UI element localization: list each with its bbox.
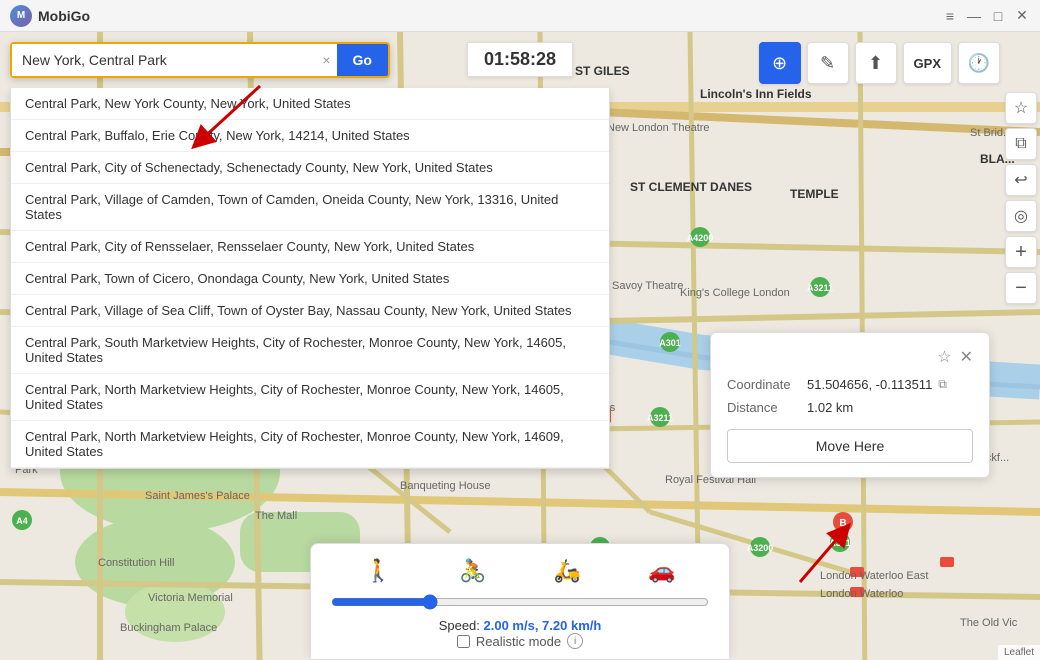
coordinate-label: Coordinate: [727, 377, 807, 392]
crosshair-button[interactable]: ⊕: [759, 42, 801, 84]
gpx-button[interactable]: GPX: [903, 42, 952, 84]
maximize-button[interactable]: □: [990, 8, 1006, 24]
app-logo: M MobiGo: [10, 5, 90, 27]
sidebar-undo-button[interactable]: ↩: [1005, 164, 1037, 196]
realistic-mode-row: Realistic mode i: [331, 633, 709, 649]
go-button[interactable]: Go: [337, 44, 388, 76]
minimize-button[interactable]: —: [966, 8, 982, 24]
sidebar-copy-button[interactable]: ⧉: [1005, 128, 1037, 160]
dropdown-item-7[interactable]: Central Park, South Marketview Heights, …: [11, 327, 609, 374]
close-button[interactable]: ✕: [1014, 8, 1030, 24]
speed-slider-row: [331, 594, 709, 610]
copy-coordinate-button[interactable]: ⧉: [938, 377, 947, 392]
svg-text:A3200: A3200: [747, 543, 774, 553]
main-area: A4200 A3211 A301 A3212 A3211 A4 A4 A3200…: [0, 32, 1040, 660]
coordinate-value: 51.504656, -0.113511: [807, 377, 932, 392]
dropdown-item-1[interactable]: Central Park, Buffalo, Erie County, New …: [11, 120, 609, 152]
window-controls: ≡ — □ ✕: [942, 8, 1030, 24]
car-mode-button[interactable]: 🚗: [648, 558, 675, 584]
svg-text:A3211: A3211: [807, 283, 833, 293]
dropdown-item-6[interactable]: Central Park, Village of Sea Cliff, Town…: [11, 295, 609, 327]
bottom-panel: 🚶 🚴 🛵 🚗 Speed: 2.00 m/s, 7.20 km/h Reali…: [310, 543, 730, 660]
logo-icon: M: [10, 5, 32, 27]
share-button[interactable]: ⬆: [855, 42, 897, 84]
pencil-button[interactable]: ✎: [807, 42, 849, 84]
popup-header: ☆ ✕: [727, 347, 973, 367]
distance-row: Distance 1.02 km: [727, 400, 973, 415]
dropdown-item-5[interactable]: Central Park, Town of Cicero, Onondaga C…: [11, 263, 609, 295]
search-input[interactable]: [12, 44, 316, 76]
search-bar: × Go: [10, 42, 390, 78]
svg-text:A301: A301: [659, 338, 681, 348]
svg-text:A4: A4: [16, 516, 28, 526]
dropdown-item-2[interactable]: Central Park, City of Schenectady, Schen…: [11, 152, 609, 184]
distance-label: Distance: [727, 400, 807, 415]
zoom-in-button[interactable]: +: [1005, 236, 1037, 268]
titlebar: M MobiGo ≡ — □ ✕: [0, 0, 1040, 32]
svg-text:A4200: A4200: [687, 233, 714, 243]
search-dropdown: Central Park, New York County, New York,…: [10, 88, 610, 469]
scooter-mode-button[interactable]: 🛵: [554, 558, 581, 584]
top-toolbar: ⊕ ✎ ⬆ GPX 🕐: [759, 42, 1000, 84]
realistic-mode-checkbox[interactable]: [457, 635, 470, 648]
svg-text:B: B: [839, 518, 846, 529]
coordinate-popup: ☆ ✕ Coordinate 51.504656, -0.113511 ⧉ Di…: [710, 332, 990, 478]
leaflet-credit: Leaflet: [998, 645, 1040, 660]
speed-label: Speed:: [439, 618, 480, 633]
dropdown-item-8[interactable]: Central Park, North Marketview Heights, …: [11, 374, 609, 421]
distance-value: 1.02 km: [807, 400, 853, 415]
dropdown-item-4[interactable]: Central Park, City of Rensselaer, Rensse…: [11, 231, 609, 263]
coordinate-row: Coordinate 51.504656, -0.113511 ⧉: [727, 377, 973, 392]
dropdown-item-3[interactable]: Central Park, Village of Camden, Town of…: [11, 184, 609, 231]
timer-display: 01:58:28: [467, 42, 573, 77]
app-title: MobiGo: [38, 8, 90, 24]
realistic-mode-label: Realistic mode: [476, 634, 561, 649]
transport-mode-selector: 🚶 🚴 🛵 🚗: [331, 558, 709, 584]
sidebar-locate-button[interactable]: ◎: [1005, 200, 1037, 232]
svg-text:A3211: A3211: [647, 413, 673, 423]
menu-button[interactable]: ≡: [942, 8, 958, 24]
clear-button[interactable]: ×: [316, 52, 336, 68]
zoom-out-button[interactable]: −: [1005, 272, 1037, 304]
bike-mode-button[interactable]: 🚴: [459, 558, 486, 584]
move-here-button[interactable]: Move Here: [727, 429, 973, 463]
walk-mode-button[interactable]: 🚶: [365, 558, 392, 584]
popup-close-button[interactable]: ✕: [960, 347, 973, 367]
speed-value: 2.00 m/s, 7.20 km/h: [484, 618, 602, 633]
realistic-mode-info-button[interactable]: i: [567, 633, 583, 649]
sidebar-star-button[interactable]: ☆: [1005, 92, 1037, 124]
clock-button[interactable]: 🕐: [958, 42, 1000, 84]
speed-slider[interactable]: [331, 594, 709, 610]
dropdown-item-9[interactable]: Central Park, North Marketview Heights, …: [11, 421, 609, 468]
popup-star-button[interactable]: ☆: [937, 347, 951, 367]
speed-text: Speed: 2.00 m/s, 7.20 km/h: [331, 618, 709, 633]
right-sidebar: ☆ ⧉ ↩ ◎ + −: [1002, 32, 1040, 660]
dropdown-item-0[interactable]: Central Park, New York County, New York,…: [11, 88, 609, 120]
